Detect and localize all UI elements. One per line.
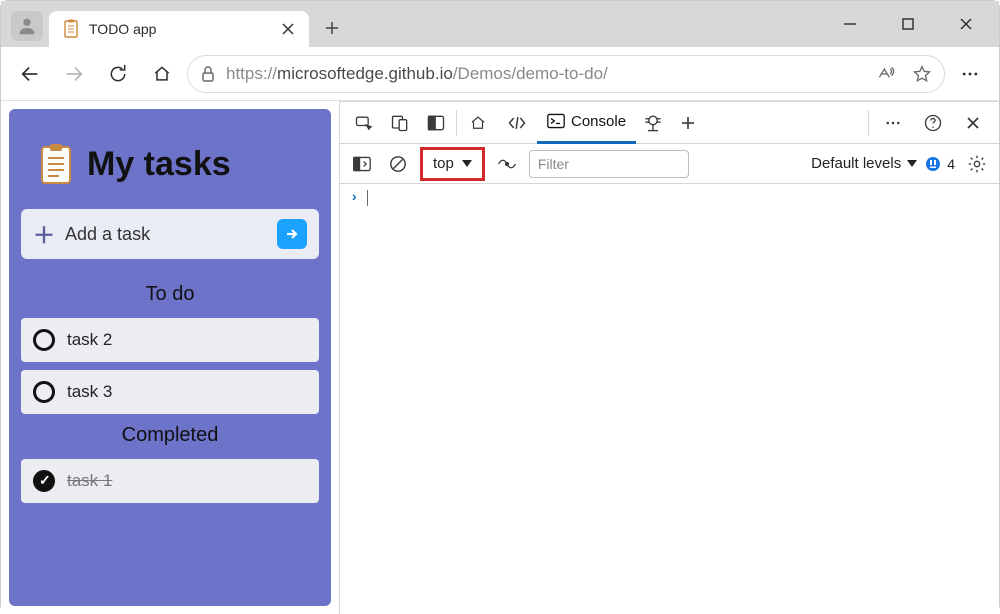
- log-levels-selector[interactable]: Default levels: [811, 155, 917, 172]
- app-panel: My tasks ＋ Add a task To do task 2 task …: [1, 101, 339, 614]
- devtools-tab-elements[interactable]: [497, 102, 537, 144]
- console-filter-input[interactable]: Filter: [529, 150, 689, 178]
- tab-title: TODO app: [89, 21, 271, 37]
- devtools-tabstrip-right: [866, 102, 991, 144]
- browser-toolbar: https://microsoftedge.github.io/Demos/de…: [1, 47, 999, 101]
- console-output[interactable]: ›: [340, 184, 999, 614]
- window-controls: [833, 1, 991, 47]
- favorite-icon[interactable]: [912, 64, 932, 84]
- task-label: task 2: [67, 330, 112, 350]
- profile-button[interactable]: [11, 11, 43, 41]
- forward-button[interactable]: [55, 55, 93, 93]
- task-item[interactable]: task 3: [21, 370, 319, 414]
- app-title: My tasks: [87, 145, 231, 184]
- devtools-tabstrip: Console: [340, 102, 999, 144]
- app-header: My tasks: [39, 143, 313, 185]
- section-todo-label: To do: [21, 283, 319, 306]
- address-bar[interactable]: https://microsoftedge.github.io/Demos/de…: [187, 55, 945, 93]
- issues-count: 4: [947, 156, 955, 172]
- console-toolbar: top Filter Default levels 4: [340, 144, 999, 184]
- execution-context-selector[interactable]: top: [420, 147, 485, 181]
- devtools-settings-menu-icon[interactable]: [875, 105, 911, 141]
- url-scheme: https://: [226, 64, 277, 83]
- url-text: https://microsoftedge.github.io/Demos/de…: [226, 64, 608, 84]
- devtools-tab-console-label: Console: [571, 113, 626, 130]
- devtools-panel: Console: [339, 101, 999, 614]
- browser-menu-button[interactable]: [951, 55, 989, 93]
- task-checkbox-icon[interactable]: [33, 381, 55, 403]
- device-emulation-icon[interactable]: [382, 105, 418, 141]
- devtools-close-icon[interactable]: [955, 105, 991, 141]
- minimize-button[interactable]: [833, 7, 867, 41]
- task-checkbox-checked-icon[interactable]: [33, 470, 55, 492]
- live-expression-icon[interactable]: [493, 150, 521, 178]
- browser-tab[interactable]: TODO app: [49, 11, 309, 47]
- add-task-bar[interactable]: ＋ Add a task: [21, 209, 319, 259]
- close-window-button[interactable]: [949, 7, 983, 41]
- dock-side-icon[interactable]: [418, 105, 454, 141]
- url-path: /Demos/demo-to-do/: [453, 64, 608, 83]
- devtools-more-tabs-button[interactable]: [670, 105, 706, 141]
- log-levels-label: Default levels: [811, 155, 901, 172]
- task-checkbox-icon[interactable]: [33, 329, 55, 351]
- inspect-element-icon[interactable]: [346, 105, 382, 141]
- console-settings-icon[interactable]: [963, 150, 991, 178]
- refresh-button[interactable]: [99, 55, 137, 93]
- section-completed-label: Completed: [21, 424, 319, 447]
- add-task-placeholder: Add a task: [65, 224, 267, 245]
- devtools-tab-console[interactable]: Console: [537, 102, 636, 144]
- console-sidebar-toggle-icon[interactable]: [348, 150, 376, 178]
- clear-console-icon[interactable]: [384, 150, 412, 178]
- task-item[interactable]: task 2: [21, 318, 319, 362]
- issues-button[interactable]: 4: [925, 156, 955, 172]
- issues-icon: [925, 156, 941, 172]
- address-actions: [876, 64, 932, 84]
- task-item[interactable]: task 1: [21, 459, 319, 503]
- titlebar: TODO app: [1, 1, 999, 47]
- chevron-down-icon: [462, 160, 472, 168]
- tab-close-icon[interactable]: [281, 22, 295, 36]
- plus-icon: ＋: [33, 218, 55, 250]
- tab-favicon-icon: [63, 19, 79, 39]
- devtools-tab-sources[interactable]: [636, 102, 670, 144]
- console-prompt-icon: ›: [350, 190, 358, 206]
- devtools-help-icon[interactable]: [915, 105, 951, 141]
- chevron-down-icon: [907, 160, 917, 168]
- submit-task-button[interactable]: [277, 219, 307, 249]
- url-host: microsoftedge.github.io: [277, 64, 453, 83]
- console-cursor: [367, 190, 377, 206]
- lock-icon: [200, 65, 216, 83]
- task-label: task 3: [67, 382, 112, 402]
- console-filter-placeholder: Filter: [538, 156, 569, 172]
- back-button[interactable]: [11, 55, 49, 93]
- execution-context-label: top: [433, 155, 454, 172]
- main-area: My tasks ＋ Add a task To do task 2 task …: [1, 101, 999, 614]
- task-label: task 1: [67, 471, 112, 491]
- app-card: My tasks ＋ Add a task To do task 2 task …: [9, 109, 331, 606]
- devtools-tab-welcome[interactable]: [459, 102, 497, 144]
- home-button[interactable]: [143, 55, 181, 93]
- clipboard-icon: [39, 143, 73, 185]
- maximize-button[interactable]: [891, 7, 925, 41]
- read-aloud-icon[interactable]: [876, 64, 896, 84]
- new-tab-button[interactable]: [317, 13, 347, 43]
